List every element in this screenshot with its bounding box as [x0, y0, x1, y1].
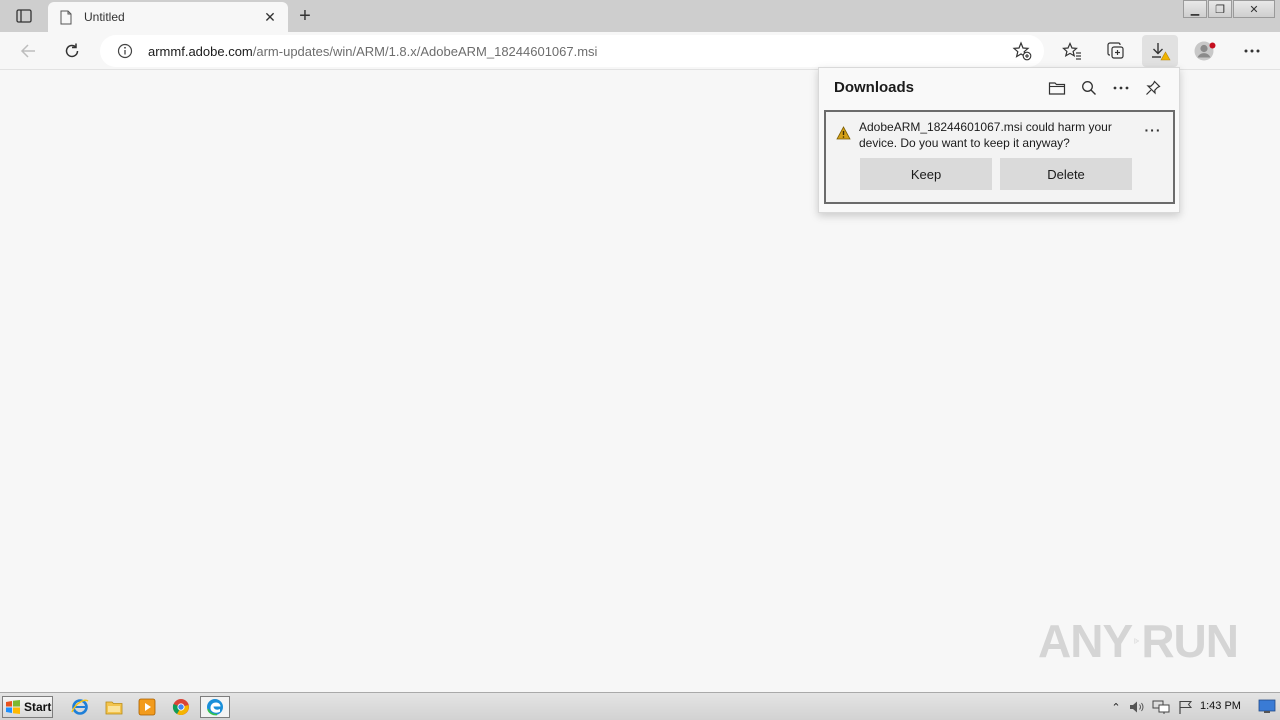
close-window-button[interactable]: ✕	[1233, 0, 1275, 18]
minimize-button[interactable]: ▁	[1183, 0, 1207, 18]
profile-icon	[1194, 41, 1216, 61]
action-center-flag-icon[interactable]	[1176, 697, 1196, 717]
browser-toolbar: armmf.adobe.com/arm-updates/win/ARM/1.8.…	[0, 32, 1280, 70]
windows-flag-icon	[6, 700, 20, 714]
internet-explorer-icon[interactable]	[68, 697, 92, 717]
file-explorer-icon[interactable]	[102, 697, 126, 717]
show-desktop-icon[interactable]	[1258, 698, 1276, 715]
profile-button[interactable]	[1190, 35, 1222, 67]
favorites-button[interactable]	[1056, 35, 1088, 67]
more-icon	[1244, 49, 1260, 53]
settings-more-button[interactable]	[1236, 35, 1268, 67]
url-host: armmf.adobe.com	[148, 43, 253, 59]
chrome-icon[interactable]	[169, 697, 193, 717]
network-icon[interactable]	[1151, 697, 1171, 717]
back-icon	[20, 44, 35, 58]
search-downloads-icon[interactable]	[1077, 77, 1101, 99]
tab-actions-button[interactable]	[8, 5, 40, 27]
url-text: armmf.adobe.com/arm-updates/win/ARM/1.8.…	[148, 44, 597, 59]
pin-icon[interactable]	[1141, 77, 1165, 99]
watermark-text-left: ANY	[1038, 615, 1133, 667]
add-favorite-icon[interactable]	[1012, 41, 1032, 61]
collections-button[interactable]	[1100, 35, 1132, 67]
new-tab-button[interactable]: +	[294, 5, 316, 27]
favorites-icon	[1062, 42, 1081, 60]
open-folder-icon[interactable]	[1045, 77, 1069, 99]
maximize-button[interactable]: ❐	[1208, 0, 1232, 18]
downloads-icon	[1152, 43, 1171, 61]
download-item: AdobeARM_18244601067.msi could harm your…	[824, 110, 1175, 204]
refresh-button[interactable]	[56, 35, 88, 67]
back-button[interactable]	[12, 35, 44, 67]
taskbar-clock[interactable]: 1:43 PM	[1200, 700, 1241, 712]
taskbar: Start ⌃ 1:43 PM	[0, 692, 1280, 720]
download-warning-message: AdobeARM_18244601067.msi could harm your…	[859, 120, 1112, 150]
tab-actions-icon	[16, 9, 32, 23]
watermark-play-icon	[1134, 638, 1140, 644]
downloads-button[interactable]	[1142, 35, 1178, 67]
start-label: Start	[24, 700, 52, 714]
warning-icon	[836, 126, 852, 142]
downloads-more-icon[interactable]	[1109, 77, 1133, 99]
start-button[interactable]: Start	[2, 696, 53, 718]
address-bar[interactable]: armmf.adobe.com/arm-updates/win/ARM/1.8.…	[100, 35, 1044, 67]
tab-title: Untitled	[84, 10, 125, 24]
anyrun-watermark: ANY RUN	[1038, 606, 1239, 676]
tab-close-icon[interactable]: ✕	[262, 9, 278, 25]
refresh-icon	[65, 43, 79, 58]
keep-button[interactable]: Keep	[860, 158, 992, 190]
delete-button[interactable]: Delete	[1000, 158, 1132, 190]
collections-icon	[1107, 42, 1124, 59]
page-icon	[58, 9, 74, 25]
downloads-panel: Downloads AdobeARM_18244601067.msi could…	[818, 67, 1180, 213]
show-hidden-icons-button[interactable]: ⌃	[1106, 697, 1126, 717]
info-icon[interactable]	[116, 42, 134, 60]
url-path: /arm-updates/win/ARM/1.8.x/AdobeARM_1824…	[252, 43, 598, 59]
tab-bar: Untitled ✕ + ▁ ❐ ✕	[0, 0, 1280, 32]
media-player-icon[interactable]	[135, 697, 159, 717]
download-item-more-icon[interactable]: ···	[1143, 122, 1163, 138]
watermark-text-right: RUN	[1141, 615, 1239, 667]
volume-icon[interactable]	[1127, 697, 1147, 717]
downloads-title: Downloads	[834, 79, 915, 96]
tab-untitled[interactable]: Untitled ✕	[48, 2, 288, 32]
downloads-header: Downloads	[819, 68, 1179, 108]
edge-icon[interactable]	[200, 696, 230, 718]
